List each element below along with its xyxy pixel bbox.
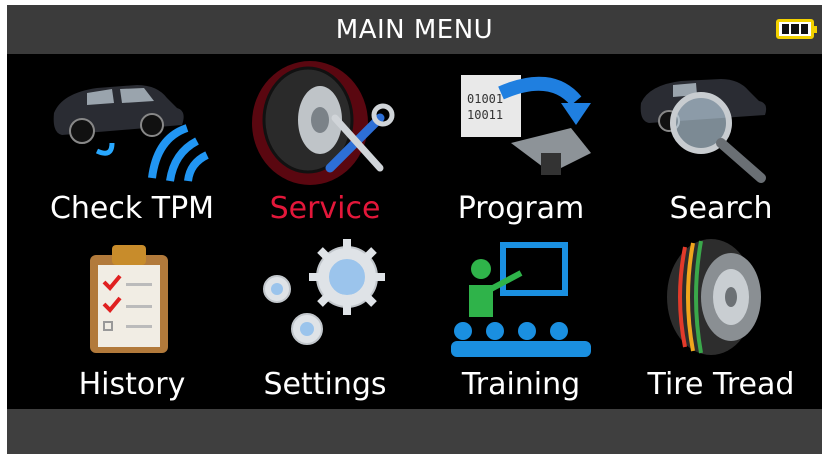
training-presentation-icon — [451, 242, 591, 357]
tire-tread-icon — [667, 239, 761, 355]
title-bar: MAIN MENU — [7, 5, 822, 54]
tire-tools-icon — [252, 61, 395, 185]
menu-item-label: Settings — [263, 367, 387, 402]
bottom-bar — [7, 409, 822, 454]
battery-icon — [776, 19, 817, 39]
menu-item-label: Tire Tread — [647, 367, 795, 402]
menu-item-service[interactable]: Service — [225, 61, 425, 238]
menu-item-label: Search — [669, 191, 773, 226]
menu-item-program[interactable]: 01001 10011 Program — [421, 63, 621, 238]
menu-item-search[interactable]: Search — [621, 63, 821, 238]
menu-item-label: Program — [457, 191, 585, 226]
menu-item-label: Service — [269, 191, 381, 226]
menu-item-label: Training — [461, 367, 581, 402]
page-title: MAIN MENU — [335, 14, 494, 45]
menu-item-history[interactable]: History — [32, 237, 232, 412]
gears-icon — [263, 239, 385, 345]
menu-item-training[interactable]: Training — [421, 237, 621, 412]
svg-text:01001: 01001 — [467, 92, 503, 106]
car-sensor-signal-icon — [53, 85, 209, 182]
svg-text:10011: 10011 — [467, 108, 503, 122]
menu-item-label: Check TPM — [49, 191, 215, 226]
menu-item-label: History — [78, 367, 186, 402]
menu-item-settings[interactable]: Settings — [225, 237, 425, 412]
menu-item-tire-tread[interactable]: Tire Tread — [621, 237, 821, 412]
clipboard-checklist-icon — [90, 245, 168, 353]
program-sensor-icon: 01001 10011 — [461, 75, 591, 175]
car-magnifier-icon — [640, 79, 767, 183]
device-screen: MAIN MENU Check TPM Service 01001 10011 … — [7, 5, 822, 454]
menu-item-check-tpm[interactable]: Check TPM — [32, 63, 232, 238]
